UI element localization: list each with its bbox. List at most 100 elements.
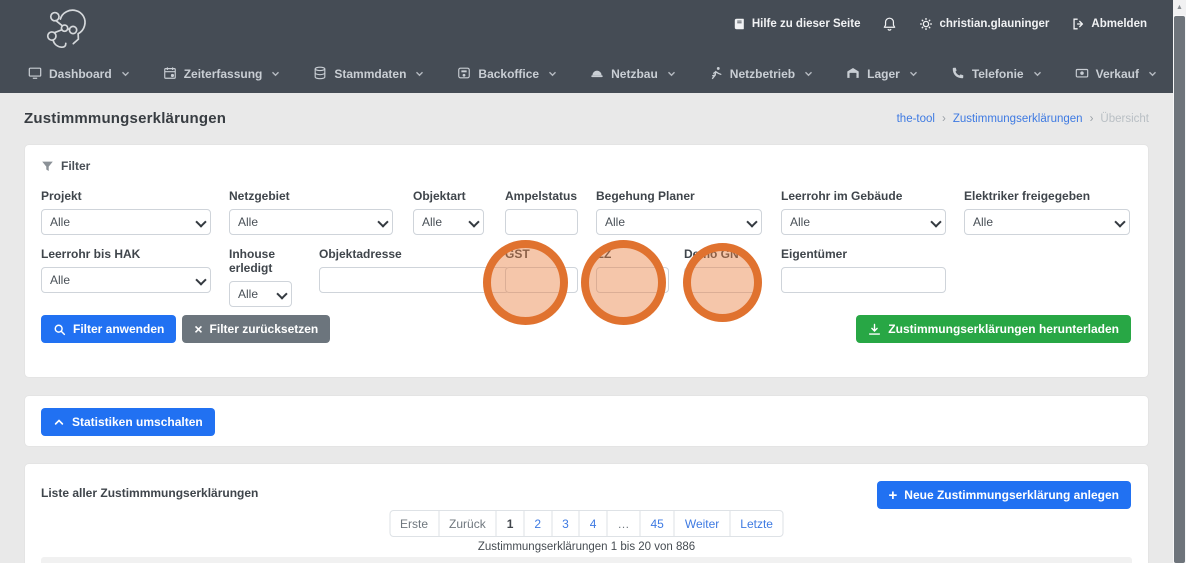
nav-stammdaten[interactable]: Stammdaten (313, 66, 424, 83)
list-heading: Liste aller Zustimmmungserklärungen (41, 486, 258, 500)
nav-telefonie[interactable]: Telefonie (951, 66, 1042, 83)
pagination-next[interactable]: Weiter (674, 510, 730, 537)
filter-field-inhouse-erledigt: Inhouse erledigt Alle (229, 247, 292, 307)
chevron-up-icon (53, 416, 65, 428)
filter-field-leerrohr-im-gebaeude: Leerrohr im Gebäude Alle (781, 189, 946, 235)
page-title: Zustimmmungserklärungen (24, 110, 226, 127)
runner-icon (709, 66, 723, 83)
pagination-first[interactable]: Erste (389, 510, 439, 537)
create-zustimmungserklaerung-button[interactable]: + Neue Zustimmungserklärung anlegen (877, 481, 1131, 509)
chevron-down-icon (548, 71, 557, 77)
logout-label: Abmelden (1091, 18, 1147, 30)
top-navbar: Hilfe zu dieser Seite christian.glauning… (0, 0, 1173, 93)
nav-backoffice[interactable]: Backoffice (457, 66, 557, 83)
elektriker-freigegeben-select[interactable]: Alle (964, 209, 1130, 235)
breadcrumb-the-tool[interactable]: the-tool (897, 113, 935, 125)
begehung-planer-select[interactable]: Alle (596, 209, 762, 235)
phone-icon (951, 66, 965, 83)
chevron-down-icon (271, 71, 280, 77)
database-icon (313, 66, 327, 83)
inhouse-erledigt-select[interactable]: Alle (229, 281, 292, 307)
filter-field-netzgebiet: Netzgebiet Alle (229, 189, 393, 235)
leerrohr-bis-hak-select[interactable]: Alle (41, 267, 211, 293)
table-header-strip (41, 557, 1132, 563)
nav-dashboard[interactable]: Dashboard (28, 66, 130, 83)
filter-panel: Filter Projekt Alle Netzgebiet Alle Obje… (24, 144, 1149, 378)
filter-field-projekt: Projekt Alle (41, 189, 211, 235)
scrollbar-thumb[interactable] (1174, 16, 1185, 563)
pagination-page-1[interactable]: 1 (496, 510, 525, 537)
filter-field-ampelstatus: Ampelstatus (505, 189, 578, 235)
ampelstatus-input[interactable] (505, 209, 578, 235)
pagination-page-3[interactable]: 3 (551, 510, 580, 537)
vertical-scrollbar[interactable]: ▲ (1173, 0, 1186, 563)
logout-link[interactable]: Abmelden (1071, 17, 1147, 31)
funnel-icon (41, 160, 54, 173)
chevron-down-icon (1148, 71, 1157, 77)
pagination: Erste Zurück 1 2 3 4 … 45 Weiter Letzte (389, 510, 784, 537)
pagination-ellipsis: … (606, 510, 640, 537)
help-label: Hilfe zu dieser Seite (752, 18, 861, 30)
chevron-down-icon (667, 71, 676, 77)
nav-netzbetrieb[interactable]: Netzbetrieb (709, 66, 813, 83)
list-panel: Liste aller Zustimmmungserklärungen + Ne… (24, 463, 1149, 563)
statistics-panel: Statistiken umschalten (24, 395, 1149, 447)
chevron-down-icon (415, 71, 424, 77)
highlight-circle-ez (581, 240, 666, 325)
warehouse-icon (846, 66, 860, 83)
pagination-last[interactable]: Letzte (729, 510, 784, 537)
breadcrumb-current: Übersicht (1100, 113, 1149, 125)
objektart-select[interactable]: Alle (413, 209, 484, 235)
filter-field-begehung-planer: Begehung Planer Alle (596, 189, 762, 235)
scroll-up-button[interactable]: ▲ (1173, 0, 1186, 15)
money-icon (1075, 66, 1089, 83)
chevron-down-icon (1033, 71, 1042, 77)
logout-icon (1071, 17, 1085, 31)
nav-netzbau[interactable]: Netzbau (590, 66, 676, 83)
notifications-bell-icon[interactable] (882, 16, 897, 32)
highlight-circle-gst (483, 240, 568, 325)
pagination-page-2[interactable]: 2 (523, 510, 552, 537)
filter-field-eigentuemer: Eigentümer (781, 247, 946, 293)
reset-filter-button[interactable]: × Filter zurücksetzen (182, 315, 330, 343)
gear-icon (919, 17, 933, 31)
breadcrumb-zustimmungserklaerungen[interactable]: Zustimmungserklärungen (953, 113, 1083, 125)
objektadresse-input[interactable] (319, 267, 509, 293)
toggle-statistics-button[interactable]: Statistiken umschalten (41, 408, 215, 436)
calendar-icon (163, 66, 177, 83)
chevron-down-icon (909, 71, 918, 77)
help-link[interactable]: Hilfe zu dieser Seite (733, 17, 861, 31)
nav-zeiterfassung[interactable]: Zeiterfassung (163, 66, 281, 83)
download-zustimmungserklaerungen-button[interactable]: Zustimmungserklärungen herunterladen (856, 315, 1131, 343)
nav-verkauf[interactable]: Verkauf (1075, 66, 1157, 83)
breadcrumb-separator: › (942, 113, 946, 125)
list-range-status: Zustimmungserklärungen 1 bis 20 von 886 (25, 541, 1148, 553)
hardhat-icon (590, 66, 604, 83)
app-logo[interactable] (44, 6, 90, 59)
leerrohr-im-gebaeude-select[interactable]: Alle (781, 209, 946, 235)
filter-field-objektart: Objektart Alle (413, 189, 484, 235)
pagination-page-45[interactable]: 45 (639, 510, 674, 537)
user-menu[interactable]: christian.glauninger (919, 17, 1049, 31)
username-label: christian.glauninger (939, 18, 1049, 30)
filter-field-objektadresse: Objektadresse (319, 247, 509, 293)
apply-filter-button[interactable]: Filter anwenden (41, 315, 176, 343)
fax-icon (457, 66, 471, 83)
manual-book-icon (733, 17, 746, 31)
filter-field-leerrohr-bis-hak: Leerrohr bis HAK Alle (41, 247, 211, 293)
close-icon: × (194, 322, 202, 336)
eigentuemer-input[interactable] (781, 267, 946, 293)
chevron-down-icon (121, 71, 130, 77)
pagination-prev[interactable]: Zurück (438, 510, 497, 537)
netzgebiet-select[interactable]: Alle (229, 209, 393, 235)
download-icon (868, 323, 881, 336)
nav-lager[interactable]: Lager (846, 66, 918, 83)
logo-head-network-icon (44, 6, 90, 54)
plus-icon: + (889, 488, 898, 503)
monitor-icon (28, 66, 42, 83)
pagination-page-4[interactable]: 4 (579, 510, 608, 537)
highlight-circle-demo-gn (683, 243, 762, 322)
search-icon (53, 323, 66, 336)
breadcrumb: the-tool › Zustimmungserklärungen › Über… (897, 113, 1149, 125)
projekt-select[interactable]: Alle (41, 209, 211, 235)
